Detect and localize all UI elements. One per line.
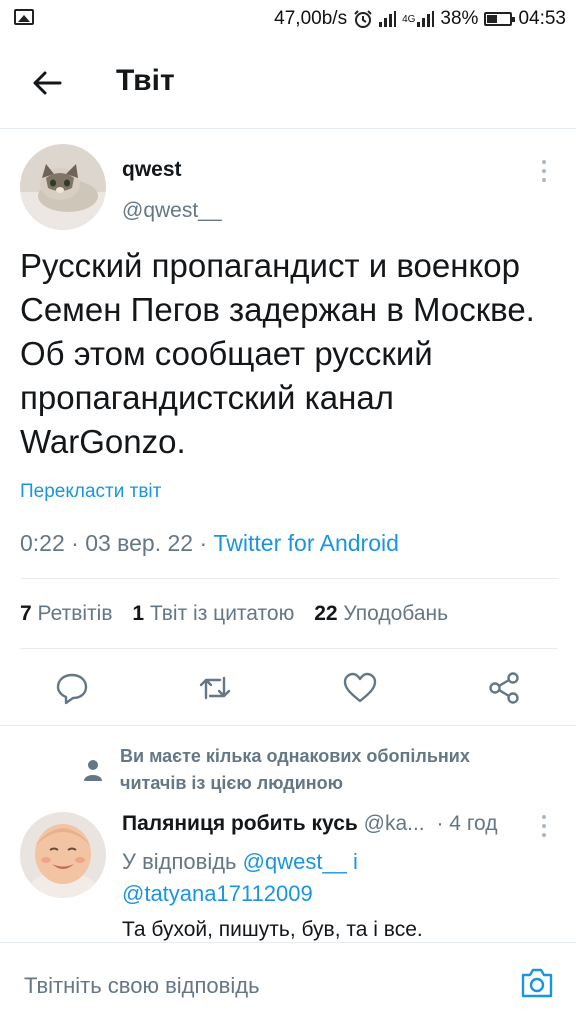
tweet-actions xyxy=(0,668,576,708)
likes-label: Уподобань xyxy=(343,602,449,625)
battery-percent: 38% xyxy=(440,8,479,29)
author-avatar[interactable] xyxy=(20,144,106,230)
signal-4g-icon xyxy=(417,11,435,27)
translate-link[interactable]: Перекласти твіт xyxy=(20,481,161,503)
reply-mention-2[interactable]: @tatyana17112009 xyxy=(122,881,313,906)
clock: 04:53 xyxy=(518,8,566,29)
divider xyxy=(20,578,558,579)
social-context: Ви маєте кілька однакових обопільних чит… xyxy=(120,746,470,793)
author-name[interactable]: qwest xyxy=(122,158,182,182)
page-title: Твіт xyxy=(116,64,175,97)
reply-header: Паляниця робить кусь @ka... · 4 год xyxy=(122,812,498,836)
reply-icon[interactable] xyxy=(54,670,90,706)
network-speed: 47,00b/s xyxy=(274,8,348,29)
retweet-icon[interactable] xyxy=(197,670,233,706)
divider xyxy=(0,725,576,726)
top-app-bar: Твіт xyxy=(0,38,576,129)
likes-stat[interactable]: 22 Уподобань xyxy=(314,602,448,625)
reply-author-name[interactable]: Паляниця робить кусь xyxy=(122,812,358,835)
reply-time: · 4 год xyxy=(436,812,498,835)
quotes-stat[interactable]: 1 Твіт із цитатою xyxy=(132,602,294,625)
tweet-timestamp: 0:22 · 03 вер. 22 · xyxy=(20,530,214,556)
reply-author-avatar[interactable] xyxy=(20,812,106,898)
reply-to-line: У відповідь @qwest__ і @tatyana17112009 xyxy=(122,846,358,910)
person-icon xyxy=(84,760,102,781)
quotes-count: 1 xyxy=(132,602,145,625)
retweets-count: 7 xyxy=(20,602,32,625)
reply-input[interactable]: Твітніть свою відповідь xyxy=(24,973,260,999)
tweet-meta: 0:22 · 03 вер. 22 · Twitter for Android xyxy=(20,530,399,557)
reply-and: і xyxy=(346,849,358,874)
like-icon[interactable] xyxy=(342,670,378,706)
reply-more-options-icon[interactable] xyxy=(541,815,547,842)
retweets-label: Ретвітів xyxy=(37,602,113,625)
reply-text: Та бухой, пишуть, був, та і все. xyxy=(122,918,423,941)
compose-bar: Твітніть свою відповідь xyxy=(0,942,576,1025)
status-bar: 47,00b/s 4G 38% 04:53 xyxy=(0,0,576,38)
quotes-label: Твіт із цитатою xyxy=(149,602,295,625)
author-handle[interactable]: @qwest__ xyxy=(122,199,222,223)
alarm-icon xyxy=(354,10,372,28)
divider xyxy=(20,648,558,649)
image-icon xyxy=(14,9,34,25)
status-right: 47,00b/s 4G 38% 04:53 xyxy=(274,8,566,30)
camera-icon[interactable] xyxy=(520,967,554,999)
network-type: 4G xyxy=(402,13,416,25)
battery-icon xyxy=(484,12,516,26)
reply-prefix: У відповідь xyxy=(122,849,243,874)
tweet-stats: 7 Ретвітів 1 Твіт із цитатою 22 Уподобан… xyxy=(20,602,448,626)
reply-author-handle[interactable]: @ka... xyxy=(364,812,425,835)
tweet-text: Русский пропагандист и военкор Семен Пег… xyxy=(20,247,535,460)
share-icon[interactable] xyxy=(486,670,522,706)
more-options-icon[interactable] xyxy=(541,160,547,187)
signal-icon xyxy=(379,11,397,27)
likes-count: 22 xyxy=(314,602,338,625)
tweet-source-link[interactable]: Twitter for Android xyxy=(214,530,399,556)
arrow-left-icon[interactable] xyxy=(30,66,64,100)
retweets-stat[interactable]: 7 Ретвітів xyxy=(20,602,112,625)
reply-mention-1[interactable]: @qwest__ xyxy=(243,849,347,874)
